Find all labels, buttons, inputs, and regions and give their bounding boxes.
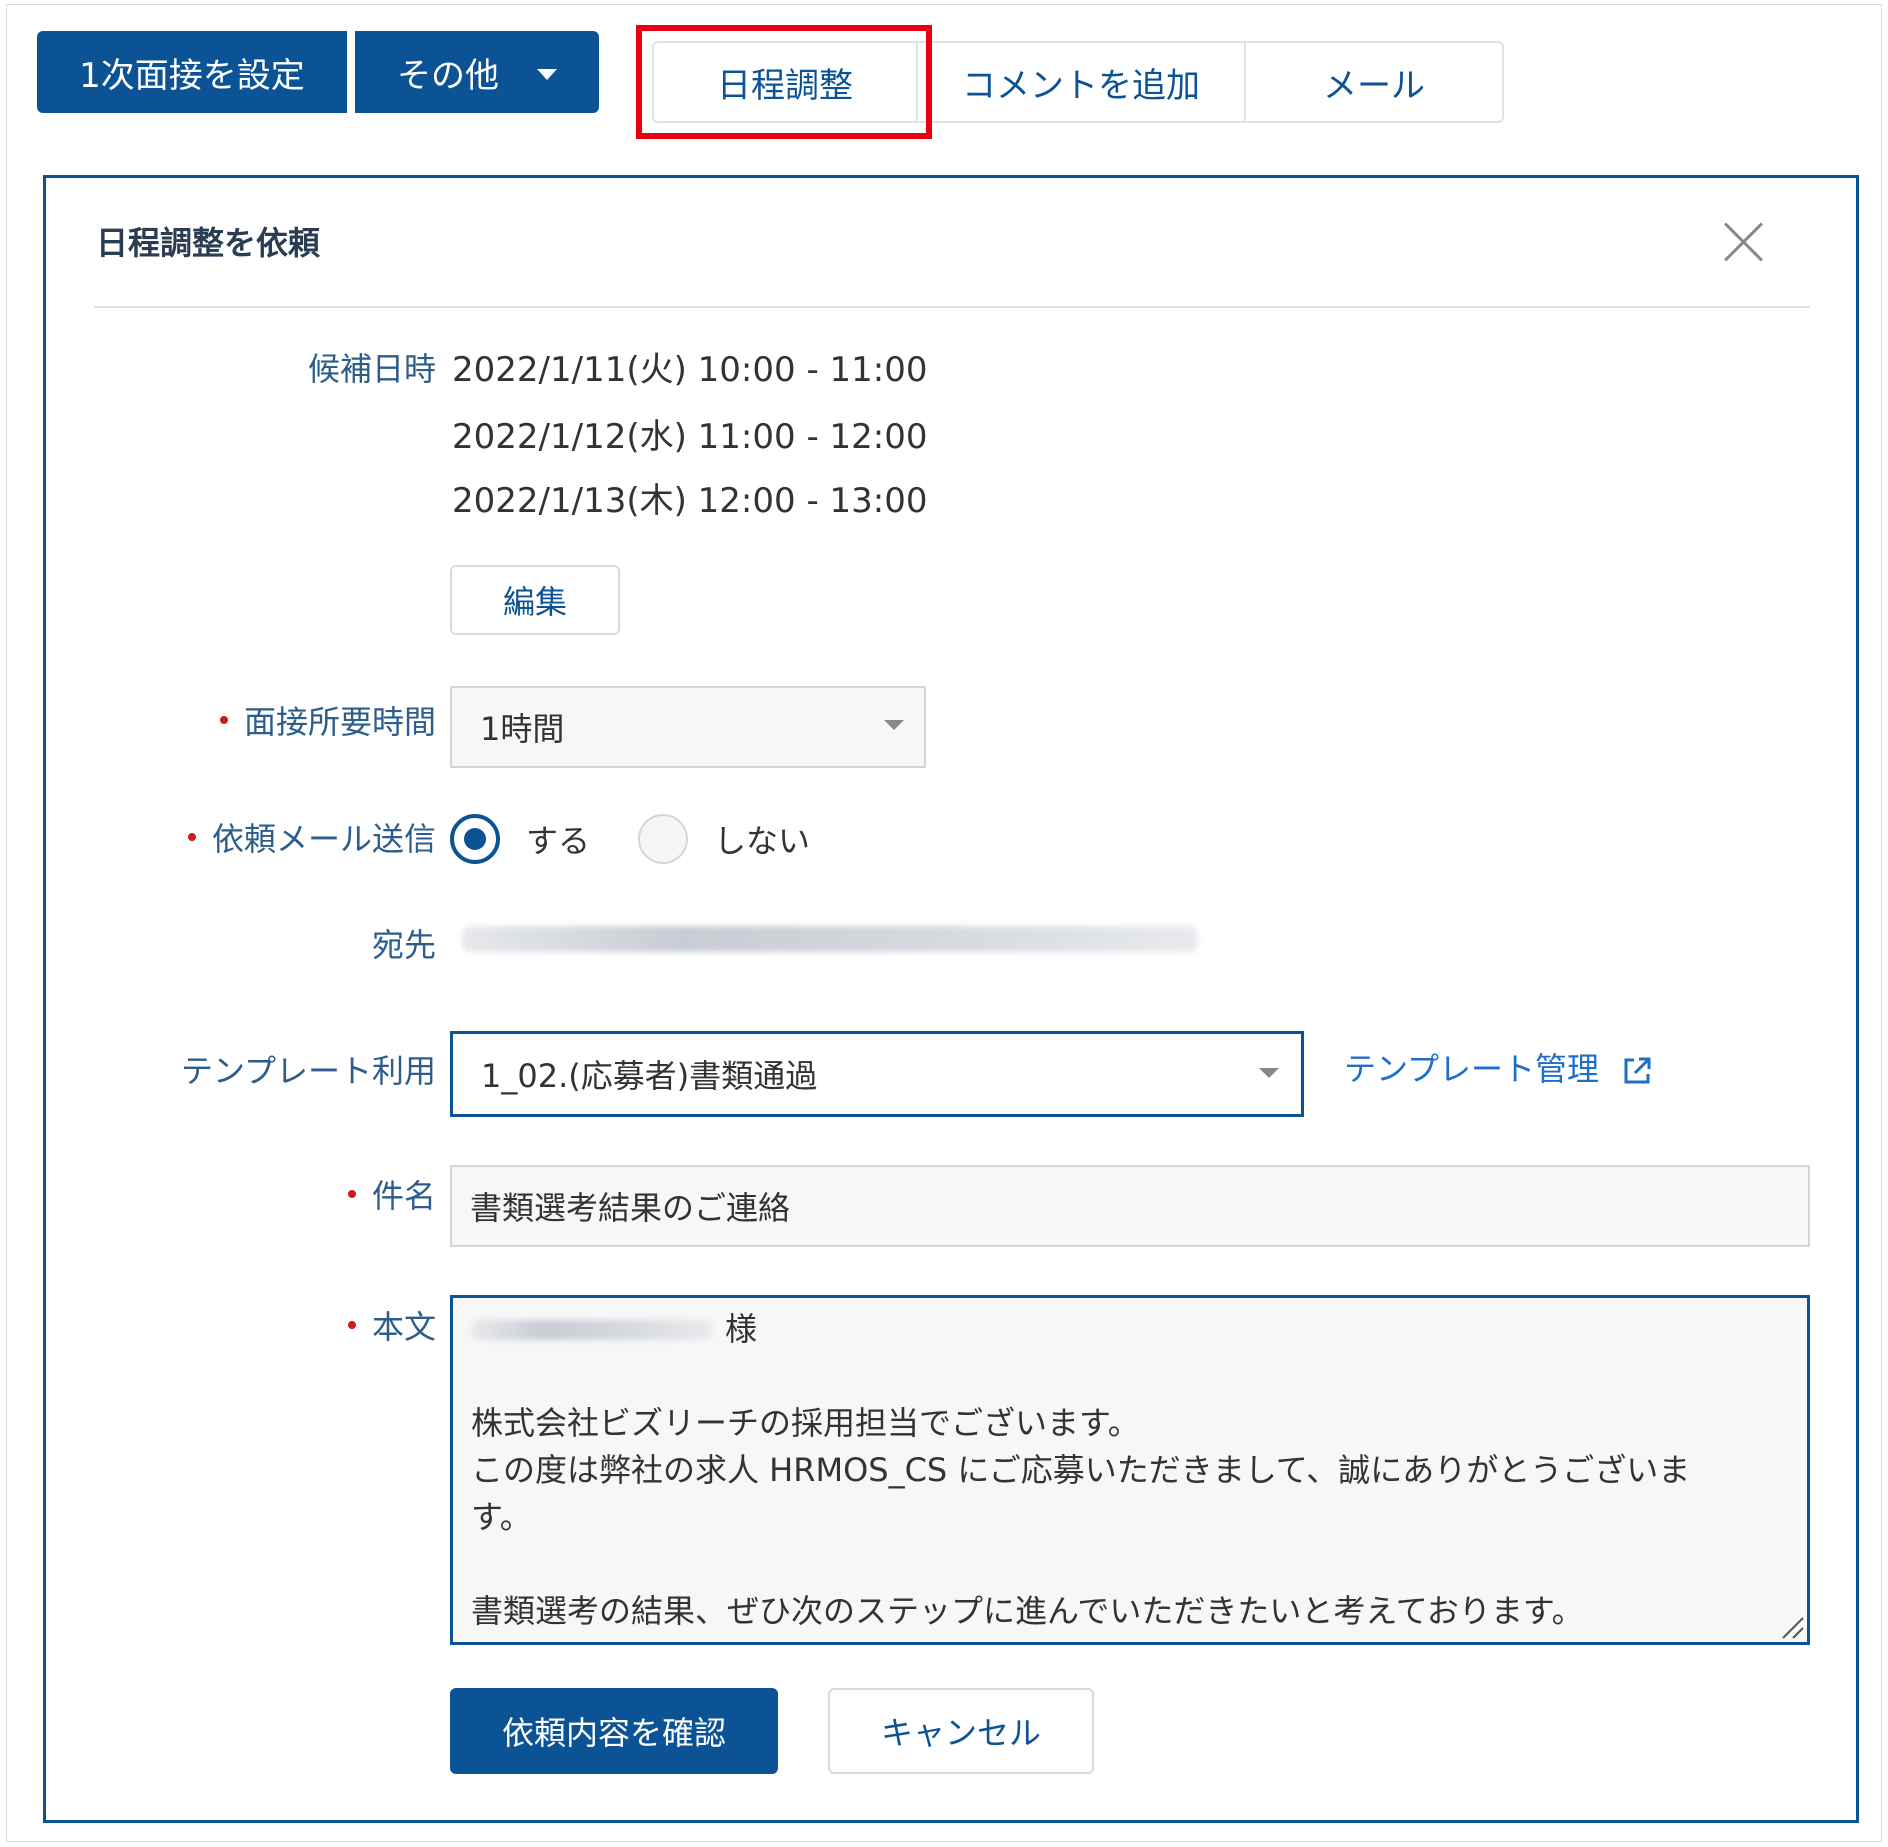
body-salutation: 様 <box>725 1310 758 1348</box>
duration-value: 1時間 <box>480 710 565 748</box>
tab-schedule-adjust[interactable]: 日程調整 <box>654 43 918 121</box>
required-dot <box>187 833 196 841</box>
other-label: その他 <box>397 55 499 96</box>
send-yes-label[interactable]: する <box>526 816 590 862</box>
body-salutation-line: 様 <box>453 1306 1807 1353</box>
external-link-icon <box>1624 1057 1651 1084</box>
template-manage-link[interactable]: テンプレート管理 <box>1344 1044 1653 1090</box>
resize-grip-icon[interactable] <box>1777 1612 1805 1640</box>
chevron-down-icon <box>884 720 904 730</box>
set-interview-button[interactable]: 1次面接を設定 <box>37 31 347 113</box>
subject-label-text: 件名 <box>371 1177 436 1215</box>
body-label: 本文 <box>347 1302 436 1348</box>
tab-label: メール <box>1323 65 1425 106</box>
cancel-label: キャンセル <box>880 1714 1041 1752</box>
chevron-down-icon <box>537 68 557 80</box>
required-dot <box>219 716 228 724</box>
dialog-title: 日程調整を依頼 <box>96 224 321 262</box>
candidate-date-1: 2022/1/11(火) 10:00 - 11:00 <box>452 350 928 390</box>
body-line: 株式会社ビズリーチの採用担当でございます。 <box>471 1404 1140 1442</box>
set-interview-label: 1次面接を設定 <box>79 55 305 96</box>
recipient-redacted <box>462 926 1198 952</box>
divider <box>94 306 1810 308</box>
duration-select[interactable]: 1時間 <box>450 686 926 768</box>
subject-label: 件名 <box>347 1171 436 1217</box>
send-no-label[interactable]: しない <box>714 816 810 862</box>
recipient-label: 宛先 <box>371 926 436 964</box>
send-no-radio[interactable] <box>638 814 688 864</box>
chevron-down-icon <box>1259 1068 1279 1078</box>
body-label-text: 本文 <box>371 1308 436 1346</box>
body-textarea[interactable]: 様 株式会社ビズリーチの採用担当でございます。 この度は弊社の求人 HRMOS_… <box>450 1295 1810 1645</box>
confirm-request-label: 依頼内容を確認 <box>501 1714 726 1752</box>
template-value: 1_02.(応募者)書類通過 <box>481 1057 818 1095</box>
required-dot <box>347 1190 356 1198</box>
template-manage-label: テンプレート管理 <box>1344 1050 1600 1088</box>
candidate-date-3: 2022/1/13(木) 12:00 - 13:00 <box>452 481 928 521</box>
subject-value: 書類選考結果のご連絡 <box>470 1189 791 1227</box>
subject-input[interactable]: 書類選考結果のご連絡 <box>450 1165 1810 1247</box>
body-line <box>453 1541 1807 1588</box>
body-line: 書類選考の結果、ぜひ次のステップに進んでいただきたいと考えております。 <box>471 1592 1584 1630</box>
duration-label-text: 面接所要時間 <box>243 703 436 741</box>
template-label: テンプレート利用 <box>180 1052 436 1090</box>
edit-button[interactable]: 編集 <box>450 565 620 635</box>
body-line <box>453 1353 1807 1400</box>
candidate-dates-label: 候補日時 <box>307 350 436 388</box>
screen-frame: 1次面接を設定 その他 日程調整 コメントを追加 メール 日程調整を依頼 候補日… <box>6 4 1882 1842</box>
body-line: す。 <box>471 1498 532 1536</box>
tab-label: 日程調整 <box>717 65 853 106</box>
schedule-request-dialog: 日程調整を依頼 候補日時 2022/1/11(火) 10:00 - 11:00 … <box>43 175 1859 1823</box>
candidate-date-2: 2022/1/12(水) 11:00 - 12:00 <box>452 417 928 457</box>
action-tabs: 日程調整 コメントを追加 メール <box>652 41 1504 123</box>
edit-label: 編集 <box>502 583 567 621</box>
duration-label: 面接所要時間 <box>219 697 436 743</box>
send-yes-radio[interactable] <box>450 814 500 864</box>
cancel-button[interactable]: キャンセル <box>828 1688 1094 1774</box>
confirm-request-button[interactable]: 依頼内容を確認 <box>450 1688 778 1774</box>
tab-label: コメントを追加 <box>962 65 1200 106</box>
body-line: この度は弊社の求人 HRMOS_CS にご応募いただきまして、誠にありがとうござ… <box>471 1451 1691 1489</box>
required-dot <box>347 1321 356 1329</box>
template-select[interactable]: 1_02.(応募者)書類通過 <box>450 1031 1304 1117</box>
tab-add-comment[interactable]: コメントを追加 <box>918 43 1246 121</box>
tab-mail[interactable]: メール <box>1246 43 1502 121</box>
other-dropdown-button[interactable]: その他 <box>355 31 599 113</box>
send-mail-label-text: 依頼メール送信 <box>211 820 436 858</box>
send-mail-label: 依頼メール送信 <box>187 814 436 860</box>
close-icon[interactable] <box>1722 220 1766 264</box>
recipient-name-redacted <box>471 1320 713 1340</box>
